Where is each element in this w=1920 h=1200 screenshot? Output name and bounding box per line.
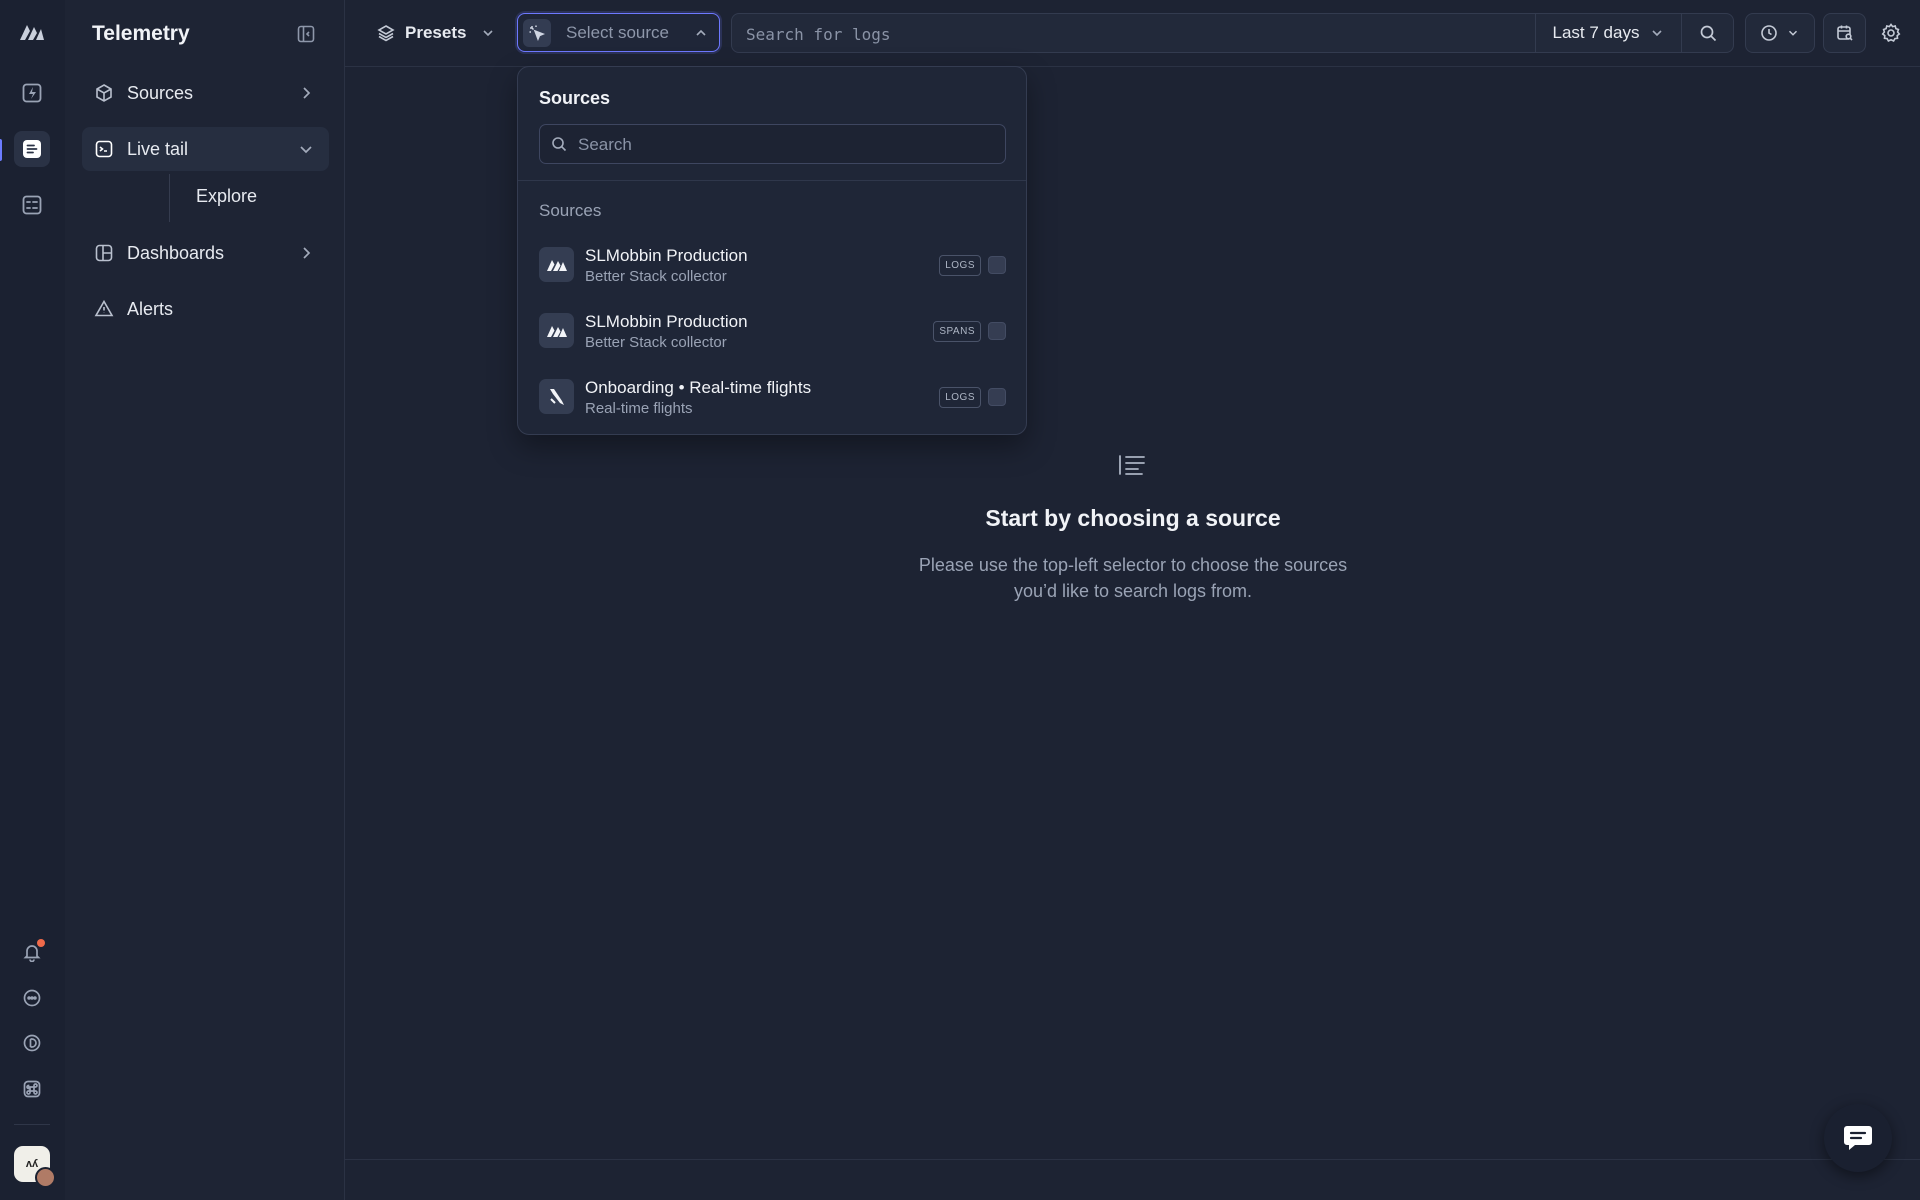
cube-icon [92,81,116,105]
gear-icon[interactable] [1880,22,1902,44]
select-source-placeholder: Select source [566,23,669,42]
collapse-sidebar-icon[interactable] [296,24,316,44]
empty-state-description: Please use the top-left selector to choo… [918,555,1348,601]
sidebar-item-live-tail[interactable]: Live tail [82,127,329,171]
chat-bubble-icon[interactable] [14,980,50,1016]
rail-divider [14,1124,50,1125]
source-subtitle: Real-time flights [585,400,693,417]
source-type-badge: LOGS [939,387,981,408]
chat-icon [1843,1124,1873,1152]
refresh-interval-button[interactable] [1745,13,1815,53]
command-icon[interactable] [14,1071,50,1107]
chevron-right-icon [297,244,315,262]
avatar-initials: ʌʎ [25,1158,39,1170]
source-subtitle: Better Stack collector [585,334,727,351]
clock-icon [1760,24,1778,42]
layers-icon [377,24,395,42]
active-indicator [0,139,2,161]
dropdown-search-input[interactable] [576,125,1000,165]
calendar-search-icon [1836,24,1854,42]
sidebar-item-label: Live tail [127,138,189,159]
source-type-badge: SPANS [933,321,981,342]
source-item[interactable]: SLMobbin Production Better Stack collect… [518,303,1026,359]
sidebar-item-label: Sources [127,82,194,103]
dropdown-divider [518,180,1026,181]
source-type-badge: LOGS [939,255,981,276]
betterstack-logo-icon [539,247,574,282]
chevron-down-icon [297,140,315,158]
source-item[interactable]: SLMobbin Production Better Stack collect… [518,237,1026,293]
sidebar-item-label: Dashboards [127,242,225,263]
billing-icon[interactable] [14,1025,50,1061]
source-name: SLMobbin Production [585,312,748,331]
airplane-logo-icon [539,379,574,414]
source-name: SLMobbin Production [585,246,748,265]
chevron-up-icon [693,25,709,41]
source-dropdown: Sources Sources SLMobbin Production Bett… [517,66,1027,435]
source-item[interactable]: Onboarding • Real-time flights Real-time… [518,369,1026,425]
sidebar: Telemetry Sources Live tail Explore Dash… [65,0,345,1200]
log-search-bar: Last 7 days [731,13,1734,54]
chevron-down-icon [480,25,496,41]
sidebar-item-alerts[interactable]: Alerts [82,287,329,331]
chevron-down-icon [1786,26,1800,40]
avatar-badge [35,1167,56,1188]
sidebar-item-dashboards[interactable]: Dashboards [82,231,329,275]
chevron-down-icon [1649,25,1665,41]
bell-icon[interactable] [14,934,50,970]
terminal-icon [92,137,116,161]
footer-divider [345,1159,1920,1160]
sidebar-subitem-explore[interactable]: Explore [196,186,257,207]
search-button[interactable] [1681,14,1734,52]
search-icon [1699,24,1718,43]
time-range-button[interactable]: Last 7 days [1535,14,1682,52]
logs-icon[interactable] [14,131,50,167]
better-stack-logo-icon[interactable] [14,14,50,50]
dropdown-title: Sources [539,88,611,108]
select-source-button[interactable]: Select source [517,13,720,52]
chevron-right-icon [297,84,315,102]
betterstack-logo-icon [539,313,574,348]
warning-icon [92,297,116,321]
source-checkbox[interactable] [988,388,1006,406]
checklist-icon[interactable] [14,187,50,223]
source-checkbox[interactable] [988,322,1006,340]
dashboard-icon [92,241,116,265]
app-title: Telemetry [92,22,190,45]
text-align-icon [1118,453,1146,477]
search-icon [551,136,568,153]
user-avatar[interactable]: ʌʎ [14,1146,56,1188]
sub-nav-line [169,174,170,222]
source-subtitle: Better Stack collector [585,268,727,285]
log-search-input[interactable] [744,14,1488,54]
time-range-label: Last 7 days [1552,23,1640,42]
cursor-click-icon [523,19,551,47]
sidebar-item-sources[interactable]: Sources [82,71,329,115]
dropdown-search [539,124,1006,165]
calendar-button[interactable] [1823,13,1866,53]
notification-dot [37,939,45,947]
lightning-icon[interactable] [14,75,50,111]
sidebar-item-label: Alerts [127,298,174,319]
support-chat-button[interactable] [1824,1104,1892,1172]
icon-rail: ʌʎ [0,0,66,1200]
presets-label: Presets [405,23,467,42]
presets-button[interactable]: Presets [377,20,496,46]
empty-state-title: Start by choosing a source [985,505,1281,531]
section-label: Sources [539,201,602,220]
source-checkbox[interactable] [988,256,1006,274]
source-name: Onboarding • Real-time flights [585,378,812,397]
